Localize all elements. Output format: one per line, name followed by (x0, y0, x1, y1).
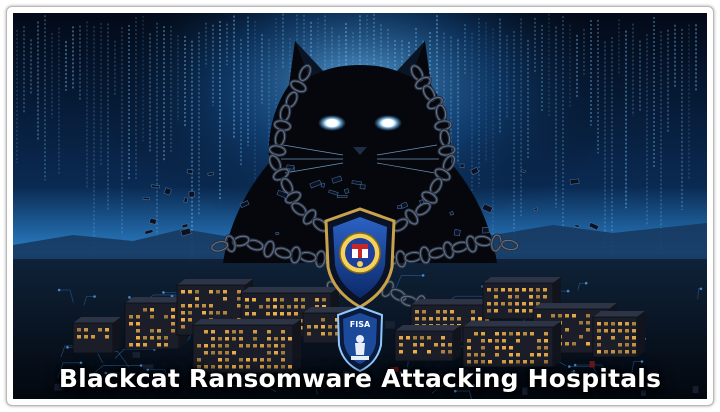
image-frame: FISA Blackcat Ransomware Attacking Hospi… (6, 6, 714, 406)
illustration-art: FISA (13, 13, 707, 399)
illustration: FISA Blackcat Ransomware Attacking Hospi… (13, 13, 707, 399)
keyhole-figure-icon (356, 335, 364, 343)
fisa-label: FISA (350, 320, 371, 329)
caption: Blackcat Ransomware Attacking Hospitals (58, 364, 662, 393)
